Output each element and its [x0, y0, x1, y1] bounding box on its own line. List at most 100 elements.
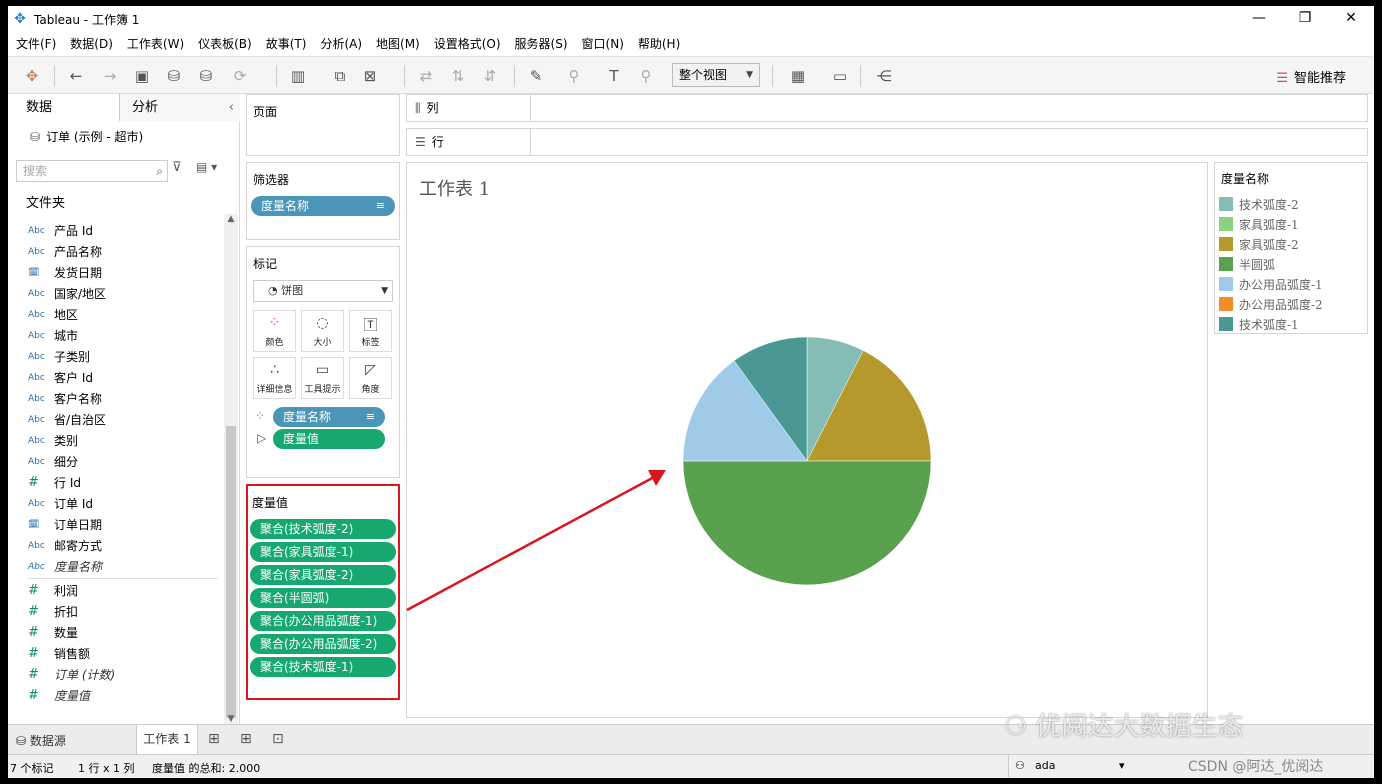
field-item[interactable]: Abc 邮寄方式 — [22, 535, 218, 556]
field-item[interactable]: # 利润 — [22, 580, 218, 601]
detail-button[interactable]: ∴ 详细信息 — [253, 357, 296, 399]
legend-item[interactable]: 办公用品弧度-1 — [1215, 274, 1367, 294]
refresh-icon[interactable]: ⟳ — [230, 67, 250, 85]
share-icon[interactable]: ⋲ — [874, 67, 894, 85]
detail-icon: ∴ — [270, 362, 279, 378]
new-dashboard-icon[interactable]: ⊞ — [240, 731, 252, 747]
tableau-home-icon[interactable]: ✥ — [22, 67, 42, 85]
minimize-button[interactable]: — — [1236, 6, 1282, 32]
sort-asc-icon[interactable]: ⇅ — [448, 67, 468, 85]
presentation-icon[interactable]: ▭ — [830, 67, 850, 85]
menu-file[interactable]: 文件(F) — [16, 35, 56, 52]
scroll-thumb[interactable] — [226, 426, 236, 718]
menu-dashboard[interactable]: 仪表板(B) — [198, 35, 252, 52]
mark-pill-measure-names[interactable]: 度量名称 ≡ — [273, 407, 385, 427]
legend-item[interactable]: 家具弧度-2 — [1215, 234, 1367, 254]
undo-icon[interactable]: ← — [66, 67, 86, 85]
legend-item[interactable]: 家具弧度-1 — [1215, 214, 1367, 234]
filters-card[interactable]: 筛选器 度量名称 ≡ — [246, 162, 400, 240]
pause-update-icon[interactable]: ⛁ — [196, 67, 216, 85]
new-story-icon[interactable]: ⊡ — [272, 731, 284, 747]
pages-card[interactable]: 页面 — [246, 94, 400, 156]
field-item[interactable]: Abc 订单 Id — [22, 493, 218, 514]
field-list-scrollbar[interactable]: ▲ ▼ — [224, 214, 238, 724]
field-item[interactable]: Abc 度量名称 — [22, 556, 218, 577]
maximize-button[interactable]: ❐ — [1282, 6, 1328, 32]
field-item[interactable]: Abc 产品名称 — [22, 241, 218, 262]
size-button[interactable]: ◌ 大小 — [301, 310, 344, 352]
menu-server[interactable]: 服务器(S) — [515, 35, 568, 52]
user-menu[interactable]: ⚇ ada ▾ — [1008, 755, 1134, 778]
field-item[interactable]: Abc 省/自治区 — [22, 409, 218, 430]
field-item[interactable]: Abc 产品 Id — [22, 220, 218, 241]
label-button[interactable]: 🅃 标签 — [349, 310, 392, 352]
field-item[interactable]: Abc 客户 Id — [22, 367, 218, 388]
field-item[interactable]: # 度量值 — [22, 685, 218, 706]
label-icon[interactable]: T — [604, 67, 624, 85]
field-item[interactable]: 🗓 发货日期 — [22, 262, 218, 283]
field-item[interactable]: Abc 客户名称 — [22, 388, 218, 409]
field-item[interactable]: Abc 城市 — [22, 325, 218, 346]
close-button[interactable]: ✕ — [1328, 6, 1374, 32]
filter-icon[interactable]: ⊽ — [172, 160, 182, 175]
duplicate-sheet-icon[interactable]: ⧉ — [330, 67, 350, 85]
field-item[interactable]: Abc 类别 — [22, 430, 218, 451]
field-item[interactable]: Abc 地区 — [22, 304, 218, 325]
sort-desc-icon[interactable]: ⇵ — [480, 67, 500, 85]
menu-map[interactable]: 地图(M) — [376, 35, 420, 52]
columns-shelf[interactable]: ⫼ 列 — [406, 94, 1368, 122]
tab-data[interactable]: 数据 — [8, 94, 120, 122]
smart-recommend-button[interactable]: ☰ 智能推荐 — [1276, 67, 1346, 86]
field-item[interactable]: # 行 Id — [22, 472, 218, 493]
show-cards-icon[interactable]: ▦ — [788, 67, 808, 85]
mark-pill-measure-values[interactable]: 度量值 — [273, 429, 385, 449]
swap-icon[interactable]: ⇄ — [416, 67, 436, 85]
worksheet-view[interactable]: 工作表 1 — [406, 162, 1208, 718]
chevron-left-icon[interactable]: ‹ — [229, 94, 234, 122]
menu-story[interactable]: 故事(T) — [266, 35, 307, 52]
tab-analysis[interactable]: 分析 ‹ — [120, 94, 240, 122]
field-item[interactable]: Abc 子类别 — [22, 346, 218, 367]
new-datasource-icon[interactable]: ⛁ — [164, 67, 184, 85]
clear-sheet-icon[interactable]: ⊠ — [360, 67, 380, 85]
save-icon[interactable]: ▣ — [132, 67, 152, 85]
mark-type-select[interactable]: ◔ 饼图 ▼ — [253, 280, 393, 302]
filter-pill[interactable]: 度量名称 ≡ — [251, 196, 395, 216]
datasource-item[interactable]: ⛁ 订单 (示例 - 超市) — [30, 128, 143, 145]
menu-format[interactable]: 设置格式(O) — [434, 35, 501, 52]
color-button[interactable]: ⁘ 颜色 — [253, 310, 296, 352]
tooltip-button[interactable]: ▭ 工具提示 — [301, 357, 344, 399]
legend-item[interactable]: 办公用品弧度-2 — [1215, 294, 1367, 314]
field-item[interactable]: # 销售额 — [22, 643, 218, 664]
fit-select[interactable]: 整个视图 ▼ — [672, 63, 760, 87]
new-worksheet-icon[interactable]: ▥ — [288, 67, 308, 85]
group-icon[interactable]: ⚲ — [564, 67, 584, 85]
datasource-tab[interactable]: ⛁ 数据源 — [16, 732, 66, 749]
pin-icon[interactable]: ⚲ — [636, 67, 656, 85]
rows-shelf[interactable]: ☰ 行 — [406, 128, 1368, 156]
menu-worksheet[interactable]: 工作表(W) — [127, 35, 184, 52]
menu-window[interactable]: 窗口(N) — [582, 35, 624, 52]
field-item[interactable]: # 折扣 — [22, 601, 218, 622]
sheet-tab-1[interactable]: 工作表 1 — [136, 725, 198, 755]
angle-button[interactable]: ◸ 角度 — [349, 357, 392, 399]
legend-item[interactable]: 半圆弧 — [1215, 254, 1367, 274]
view-options-icon[interactable]: ▤ ▾ — [196, 160, 217, 174]
scroll-up-icon[interactable]: ▲ — [224, 214, 238, 224]
field-item[interactable]: Abc 国家/地区 — [22, 283, 218, 304]
menu-data[interactable]: 数据(D) — [70, 35, 113, 52]
menu-analysis[interactable]: 分析(A) — [320, 35, 362, 52]
legend-item[interactable]: 技术弧度-1 — [1215, 314, 1367, 334]
pie-slice[interactable] — [682, 460, 932, 586]
redo-icon[interactable]: → — [100, 67, 120, 85]
legend-item[interactable]: 技术弧度-2 — [1215, 194, 1367, 214]
highlight-icon[interactable]: ✎ — [526, 67, 546, 85]
field-item[interactable]: Abc 细分 — [22, 451, 218, 472]
menu-help[interactable]: 帮助(H) — [638, 35, 680, 52]
field-item[interactable]: 🗓 订单日期 — [22, 514, 218, 535]
field-item[interactable]: # 数量 — [22, 622, 218, 643]
search-input[interactable]: 搜索 ⌕ — [16, 160, 168, 182]
field-item[interactable]: # 订单 (计数) — [22, 664, 218, 685]
scroll-down-icon[interactable]: ▼ — [224, 714, 238, 724]
new-worksheet-icon[interactable]: ⊞ — [208, 731, 220, 747]
